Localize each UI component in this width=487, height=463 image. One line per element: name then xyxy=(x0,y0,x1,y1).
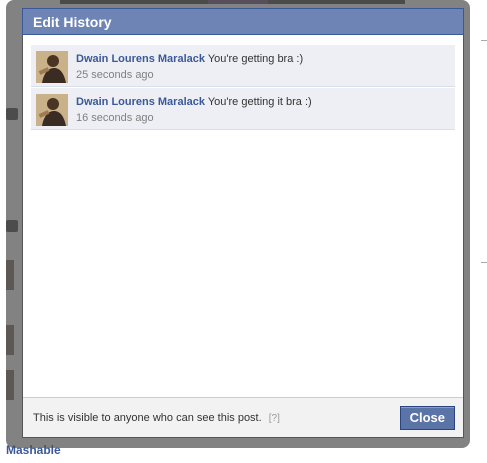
avatar-photo-icon xyxy=(36,94,68,126)
history-item: Dwain Lourens Maralack You're getting it… xyxy=(31,88,455,130)
background-divider xyxy=(481,40,487,41)
author-link[interactable]: Dwain Lourens Maralack xyxy=(76,96,205,108)
avatar[interactable] xyxy=(36,51,68,83)
help-link[interactable]: [?] xyxy=(269,413,280,424)
history-item: Dwain Lourens Maralack You're getting br… xyxy=(31,45,455,87)
history-text: Dwain Lourens Maralack You're getting it… xyxy=(76,94,312,126)
history-text: Dwain Lourens Maralack You're getting br… xyxy=(76,51,303,83)
timestamp: 25 seconds ago xyxy=(76,69,154,81)
avatar-photo-icon xyxy=(36,51,68,83)
comment-text: You're getting bra :) xyxy=(207,53,304,65)
dialog-footer: This is visible to anyone who can see th… xyxy=(23,397,463,437)
avatar[interactable] xyxy=(36,94,68,126)
dialog-overlay-frame: Edit History Dwain Lourens Maralack You'… xyxy=(6,0,470,448)
author-link[interactable]: Dwain Lourens Maralack xyxy=(76,53,205,65)
dialog-header: Edit History xyxy=(22,8,464,35)
comment-text: You're getting it bra :) xyxy=(207,96,312,108)
background-divider xyxy=(481,262,487,263)
dialog-body: Dwain Lourens Maralack You're getting br… xyxy=(23,35,463,397)
edit-history-dialog: Edit History Dwain Lourens Maralack You'… xyxy=(22,8,464,438)
dialog-title: Edit History xyxy=(33,13,112,30)
close-button[interactable]: Close xyxy=(399,405,455,430)
timestamp: 16 seconds ago xyxy=(76,112,154,124)
visibility-note: This is visible to anyone who can see th… xyxy=(33,412,400,424)
visibility-note-text: This is visible to anyone who can see th… xyxy=(33,411,262,424)
